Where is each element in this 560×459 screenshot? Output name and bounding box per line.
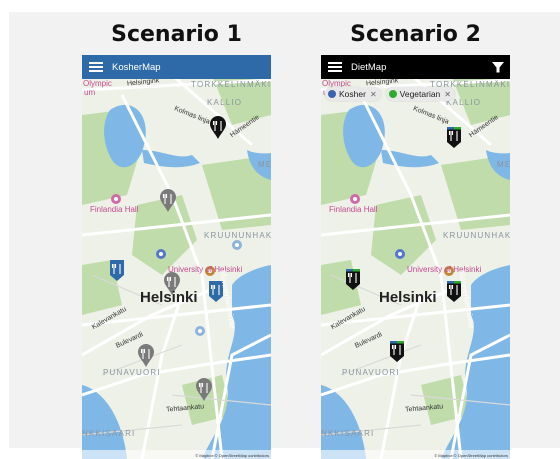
filter-chip-kosher[interactable]: Kosher ✕ <box>325 87 381 101</box>
map-canvas[interactable] <box>321 55 510 459</box>
map-label-punavuori: PUNAVUORI <box>342 368 400 377</box>
chip-color-dot <box>328 90 336 98</box>
filter-chips: Kosher ✕ Vegetarian ✕ <box>325 87 455 101</box>
scenario-1-phone: Olympic um Helsingink TORKKELINMÄKI KALLIO Ko… <box>82 55 271 459</box>
map-label-kruununhaka: KRUUNUNHAKA <box>204 231 271 240</box>
app-title: KosherMap <box>112 61 161 73</box>
map-canvas[interactable] <box>82 55 271 459</box>
app-title: DietMap <box>351 61 387 73</box>
map-label-university: University of Helsinki <box>407 265 482 274</box>
hamburger-menu-icon[interactable] <box>89 62 103 72</box>
train-station-icon[interactable] <box>156 249 166 259</box>
filter-icon[interactable] <box>491 60 505 74</box>
map-label-olympic: Olympic <box>83 79 112 88</box>
map-label-kruununhaka: KRUUNUNHAKA <box>443 231 510 240</box>
finlandia-hall-icon[interactable] <box>111 194 121 204</box>
map-attribution: © Mapbox © OpenStreetMap contributors <box>434 453 508 458</box>
map-label-me: ME <box>258 160 271 169</box>
app-bar: KosherMap <box>82 55 271 79</box>
scenario-2-title: Scenario 2 <box>350 22 481 47</box>
finlandia-hall-icon[interactable] <box>350 194 360 204</box>
map-label-finlandia-hall: Finlandia Hall <box>329 205 378 214</box>
map-label-kaivopuisto: NKKISAARI <box>321 429 375 438</box>
remove-chip-icon[interactable]: ✕ <box>444 90 451 99</box>
app-bar: DietMap <box>321 55 510 79</box>
remove-chip-icon[interactable]: ✕ <box>370 90 377 99</box>
map-label-kaivopuisto: NKKISAARI <box>82 429 136 438</box>
restaurant-poi-icon[interactable] <box>195 326 205 336</box>
chip-label: Vegetarian <box>399 89 441 99</box>
map-label-torkkelinmaki: TORKKELINMÄKI <box>191 80 271 89</box>
hamburger-menu-icon[interactable] <box>328 62 342 72</box>
map-label-city: Helsinki <box>140 289 198 306</box>
map-attribution: © Mapbox © OpenStreetMap contributors <box>195 453 269 458</box>
train-station-icon[interactable] <box>395 249 405 259</box>
chip-label: Kosher <box>339 89 366 99</box>
map-label-punavuori: PUNAVUORI <box>103 368 161 377</box>
cafe-icon[interactable] <box>232 240 242 250</box>
map-label-me: ME <box>497 160 510 169</box>
chip-color-dot <box>388 90 397 98</box>
map-label-city: Helsinki <box>379 289 437 306</box>
map-label-kallio: KALLIO <box>207 98 243 107</box>
map-label-finlandia-hall: Finlandia Hall <box>90 205 139 214</box>
map-label-university: University of Helsinki <box>168 265 243 274</box>
scenario-2-phone: OlympicumHelsinginkTORKKELINMÄKIKALLIOKo… <box>321 55 510 459</box>
filter-chip-vegetarian[interactable]: Vegetarian ✕ <box>385 87 455 101</box>
scenario-1-title: Scenario 1 <box>111 22 242 47</box>
map-label-museum: um <box>84 88 96 97</box>
